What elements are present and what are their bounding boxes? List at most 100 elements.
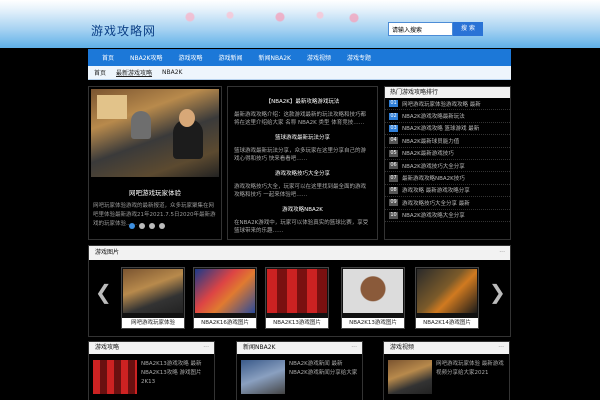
list-item[interactable]: 03 NBA2K游戏攻略 篮球游戏 最新 bbox=[385, 123, 510, 136]
article-heading[interactable]: 游戏攻略技巧大全分享 bbox=[234, 169, 371, 177]
column-title: 游戏视频 bbox=[390, 344, 415, 351]
thumb-caption: 网吧游戏玩家体验 bbox=[122, 318, 184, 328]
person-shape bbox=[131, 111, 151, 139]
rank-text: NBA2K最新球员能力值 bbox=[402, 138, 460, 145]
thumb-image bbox=[195, 269, 255, 313]
chevron-right-icon[interactable]: ❯ bbox=[489, 282, 506, 302]
gallery-title: 游戏图片 bbox=[95, 249, 120, 256]
monitor-shape bbox=[97, 95, 127, 119]
column-text[interactable]: NBA2K游戏新闻 最新NBA2K游戏新闻分享给大家 bbox=[289, 360, 361, 378]
rank-number: 02 bbox=[389, 112, 398, 120]
list-item[interactable]: 01 网吧游戏玩家体验游戏攻略 最新 bbox=[385, 98, 510, 111]
article-heading[interactable]: 篮球游戏最新玩法分享 bbox=[234, 133, 371, 141]
column-title: 游戏攻略 bbox=[95, 344, 120, 351]
thumb-caption: NBA2K13游戏图片 bbox=[266, 318, 328, 328]
breadcrumb-nba2k[interactable]: NBA2K bbox=[162, 69, 182, 76]
rank-text: 游戏攻略 最新游戏攻略分享 bbox=[402, 188, 470, 195]
slide-dot[interactable] bbox=[159, 223, 165, 229]
slide-dot[interactable] bbox=[139, 223, 145, 229]
rank-number: 03 bbox=[389, 124, 398, 132]
nav-item-home[interactable]: 首页 bbox=[94, 53, 122, 62]
nav-item-topics[interactable]: 游戏专题 bbox=[339, 53, 379, 62]
column-thumb[interactable] bbox=[93, 360, 137, 394]
thumb-caption: NBA2K14游戏图片 bbox=[416, 318, 478, 328]
list-item[interactable]: 04 NBA2K最新球员能力值 bbox=[385, 135, 510, 148]
breadcrumb: 首页 最新游戏攻略 NBA2K bbox=[88, 66, 511, 80]
column-title: 新闻NBA2K bbox=[243, 344, 276, 351]
list-item[interactable]: 05 NBA2K最新游戏技巧 bbox=[385, 148, 510, 160]
article-summary: 在NBA2K游戏中，玩家可以体验真实的篮球比赛，享受篮球带来的乐趣…… bbox=[234, 220, 369, 234]
rank-number: 06 bbox=[389, 162, 398, 170]
rank-text: NBA2K游戏技巧大全分享 bbox=[402, 163, 465, 170]
search-input[interactable] bbox=[388, 22, 453, 36]
search-button[interactable]: 搜 索 bbox=[453, 22, 483, 36]
nav-item-nba2k-guide[interactable]: NBA2K攻略 bbox=[122, 53, 170, 62]
image-gallery: 游戏图片 ··· ❮ ❯ 网吧游戏玩家体验 NBA2K16游戏图片 NBA2K1… bbox=[88, 245, 511, 337]
article-heading[interactable]: 【NBA2K】最新攻略游戏玩法 bbox=[234, 97, 371, 105]
column-thumb[interactable] bbox=[388, 360, 432, 394]
header: 游戏攻略网 搜 索 bbox=[0, 0, 600, 48]
slide-dot[interactable] bbox=[149, 223, 155, 229]
column-game-guide: 游戏攻略 ··· NBA2K13游戏攻略 最新 NBA2K13攻略 游戏图片 2… bbox=[88, 341, 215, 400]
main-nav: 首页 NBA2K攻略 游戏攻略 游戏新闻 新闻NBA2K 游戏视频 游戏专题 bbox=[88, 49, 511, 66]
slide-dot[interactable] bbox=[129, 223, 135, 229]
gallery-header: 游戏图片 ··· bbox=[89, 246, 510, 260]
column-header: 游戏攻略 ··· bbox=[89, 342, 214, 354]
list-item[interactable]: 07 最新游戏攻略NBA2K技巧 bbox=[385, 172, 510, 185]
more-link[interactable]: ··· bbox=[203, 342, 209, 354]
column-game-video: 游戏视频 ··· 网吧游戏玩家体验 最新游戏视频分享给大家2021 bbox=[383, 341, 510, 400]
nav-item-game-guide[interactable]: 游戏攻略 bbox=[170, 53, 210, 62]
thumb-caption: NBA2K16游戏图片 bbox=[194, 318, 256, 328]
list-item[interactable]: 02 NBA2K游戏攻略最新玩法 bbox=[385, 110, 510, 123]
article-summary: 游戏攻略技巧大全，玩家可以在这里找到最全面的游戏攻略和技巧 一起来体验吧…… bbox=[234, 184, 367, 198]
rank-text: 游戏攻略技巧大全分享 最新 bbox=[402, 200, 470, 207]
thumb-image bbox=[343, 269, 403, 313]
list-item[interactable]: 06 NBA2K游戏技巧大全分享 bbox=[385, 160, 510, 173]
featured-title[interactable]: 网吧游戏玩家体验 bbox=[89, 187, 221, 197]
list-item[interactable]: 09 游戏攻略技巧大全分享 最新 bbox=[385, 197, 510, 210]
gallery-thumb[interactable]: 网吧游戏玩家体验 bbox=[121, 267, 185, 329]
article-heading[interactable]: 游戏攻略NBA2K bbox=[234, 205, 371, 213]
nav-item-news-nba2k[interactable]: 新闻NBA2K bbox=[251, 53, 299, 62]
person-head-shape bbox=[179, 109, 195, 127]
featured-image[interactable] bbox=[91, 89, 219, 177]
column-thumb[interactable] bbox=[241, 360, 285, 394]
gallery-thumb[interactable]: NBA2K13游戏图片 bbox=[341, 267, 405, 329]
gallery-thumb[interactable]: NBA2K16游戏图片 bbox=[193, 267, 257, 329]
list-item[interactable]: 08 游戏攻略 最新游戏攻略分享 bbox=[385, 185, 510, 198]
ranking-title: 热门游戏攻略排行 bbox=[385, 87, 510, 98]
rank-text: NBA2K游戏攻略 篮球游戏 最新 bbox=[402, 126, 480, 133]
column-text[interactable]: NBA2K13游戏攻略 最新 NBA2K13攻略 游戏图片 2K13 bbox=[141, 360, 213, 387]
breadcrumb-home[interactable]: 首页 bbox=[94, 68, 106, 77]
article-summary: 篮球游戏最新玩法分享，众多玩家在这里分享自己的游戏心得和技巧 快来看看吧…… bbox=[234, 148, 367, 162]
nav-item-video[interactable]: 游戏视频 bbox=[299, 53, 339, 62]
more-link[interactable]: ··· bbox=[499, 246, 505, 260]
rank-text: NBA2K游戏攻略大全分享 bbox=[402, 213, 465, 220]
thumb-image bbox=[417, 269, 477, 313]
rank-number: 10 bbox=[389, 211, 398, 219]
ranking-list: 热门游戏攻略排行 01 网吧游戏玩家体验游戏攻略 最新 02 NBA2K游戏攻略最新… bbox=[384, 86, 511, 240]
rank-text: NBA2K游戏攻略最新玩法 bbox=[402, 114, 465, 121]
rank-number: 09 bbox=[389, 199, 398, 207]
chevron-left-icon[interactable]: ❮ bbox=[95, 282, 112, 302]
cherry-blossom-decoration bbox=[170, 8, 370, 26]
site-logo[interactable]: 游戏攻略网 bbox=[91, 22, 156, 39]
list-item[interactable]: 10 NBA2K游戏攻略大全分享 bbox=[385, 210, 510, 222]
article-list: 【NBA2K】最新攻略游戏玩法 最新游戏攻略介绍：这款游戏最新的玩法攻略和技巧都… bbox=[227, 86, 378, 240]
slideshow-dots bbox=[129, 223, 165, 229]
nav-item-game-news[interactable]: 游戏新闻 bbox=[211, 53, 251, 62]
page: 游戏攻略网 搜 索 首页 NBA2K攻略 游戏攻略 游戏新闻 新闻NBA2K 游… bbox=[0, 0, 600, 400]
rank-number: 08 bbox=[389, 186, 398, 194]
column-news-nba2k: 新闻NBA2K ··· NBA2K游戏新闻 最新NBA2K游戏新闻分享给大家 bbox=[236, 341, 363, 400]
gallery-thumb[interactable]: NBA2K13游戏图片 bbox=[265, 267, 329, 329]
column-header: 游戏视频 ··· bbox=[384, 342, 509, 354]
breadcrumb-latest[interactable]: 最新游戏攻略 bbox=[116, 68, 152, 77]
column-text[interactable]: 网吧游戏玩家体验 最新游戏视频分享给大家2021 bbox=[436, 360, 508, 378]
more-link[interactable]: ··· bbox=[498, 342, 504, 354]
gallery-thumb[interactable]: NBA2K14游戏图片 bbox=[415, 267, 479, 329]
column-header: 新闻NBA2K ··· bbox=[237, 342, 362, 354]
rank-number: 07 bbox=[389, 174, 398, 182]
more-link[interactable]: ··· bbox=[351, 342, 357, 354]
thumb-caption: NBA2K13游戏图片 bbox=[342, 318, 404, 328]
thumb-image bbox=[123, 269, 183, 313]
